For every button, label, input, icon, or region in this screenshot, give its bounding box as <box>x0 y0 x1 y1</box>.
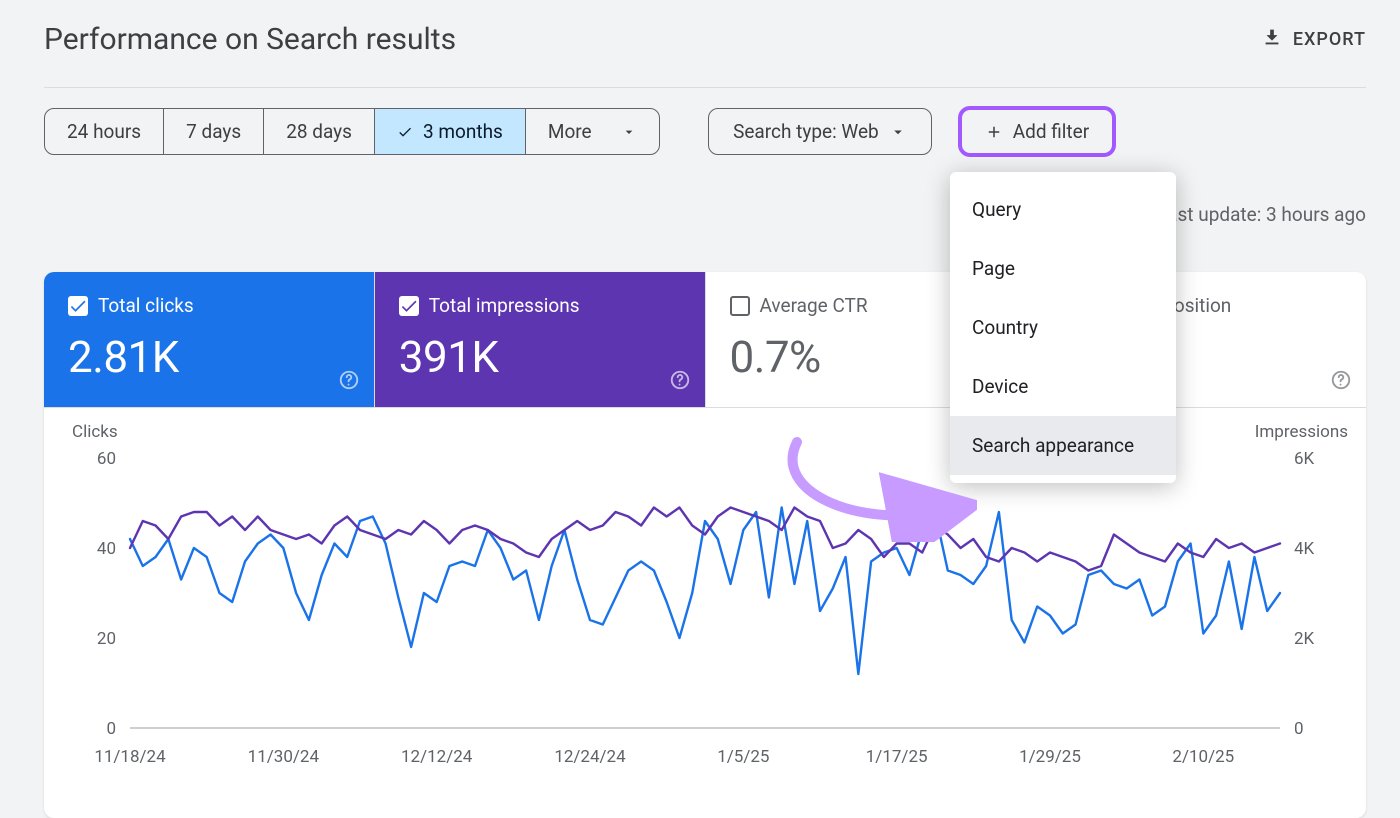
svg-text:2/10/25: 2/10/25 <box>1172 747 1234 767</box>
export-button[interactable]: EXPORT <box>1261 26 1366 53</box>
svg-text:0: 0 <box>106 719 116 739</box>
date-range-option[interactable]: More <box>526 109 659 154</box>
filter-option[interactable]: Search appearance <box>950 416 1176 475</box>
svg-text:11/18/24: 11/18/24 <box>94 747 166 767</box>
caret-down-icon <box>889 123 907 141</box>
header: Performance on Search results EXPORT <box>44 22 1366 57</box>
help-icon[interactable] <box>338 369 360 395</box>
filter-option[interactable]: Query <box>950 180 1176 239</box>
help-icon[interactable] <box>669 369 691 395</box>
export-label: EXPORT <box>1293 29 1366 50</box>
date-range-option[interactable]: 24 hours <box>45 109 164 154</box>
metric-label: Total impressions <box>429 294 580 317</box>
search-type-dropdown[interactable]: Search type: Web <box>708 108 932 155</box>
metric-tile-total_impressions[interactable]: Total impressions 391K <box>375 272 706 407</box>
help-icon[interactable] <box>1330 369 1352 395</box>
page-title: Performance on Search results <box>44 22 456 57</box>
search-type-label: Search type: Web <box>733 120 879 143</box>
add-filter-label: Add filter <box>1013 120 1089 143</box>
metric-tile-total_clicks[interactable]: Total clicks 2.81K <box>44 272 375 407</box>
plus-icon <box>985 123 1003 141</box>
metric-label: Total clicks <box>98 294 194 317</box>
performance-chart[interactable]: 0 20 40 60 0 2K 4K 6K 11/18/24 11/30/24 12/12/24 12… <box>80 448 1330 778</box>
check-icon <box>397 124 413 140</box>
svg-text:12/24/24: 12/24/24 <box>554 747 626 767</box>
metric-value: 391K <box>399 331 681 383</box>
download-icon <box>1261 26 1283 53</box>
svg-text:12/12/24: 12/12/24 <box>401 747 473 767</box>
svg-text:11/30/24: 11/30/24 <box>248 747 320 767</box>
caret-down-icon <box>621 124 637 140</box>
right-axis-title: Impressions <box>1255 422 1348 442</box>
metric-label: Average CTR <box>760 294 868 317</box>
left-axis-title: Clicks <box>72 422 118 442</box>
last-update-text: Last update: 3 hours ago <box>1157 203 1366 226</box>
filter-option[interactable]: Page <box>950 239 1176 298</box>
add-filter-button[interactable]: Add filter <box>960 108 1114 155</box>
filter-option[interactable]: Country <box>950 298 1176 357</box>
svg-text:2K: 2K <box>1294 629 1315 649</box>
metric-value: 2.81K <box>68 331 350 383</box>
filter-option[interactable]: Device <box>950 357 1176 416</box>
svg-text:1/17/25: 1/17/25 <box>866 747 928 767</box>
svg-text:1/29/25: 1/29/25 <box>1019 747 1081 767</box>
date-range-option[interactable]: 7 days <box>164 109 264 154</box>
svg-text:40: 40 <box>97 539 116 559</box>
add-filter-popover: QueryPageCountryDeviceSearch appearance <box>950 172 1176 483</box>
svg-text:4K: 4K <box>1294 539 1315 559</box>
checkbox-checked-icon <box>399 296 419 316</box>
checkbox-unchecked-icon <box>730 296 750 316</box>
date-range-option[interactable]: 28 days <box>264 109 375 154</box>
date-range-segmented: 24 hours7 days28 days3 monthsMore <box>44 108 660 155</box>
checkbox-checked-icon <box>68 296 88 316</box>
svg-text:20: 20 <box>97 629 116 649</box>
svg-text:1/5/25: 1/5/25 <box>717 747 769 767</box>
date-range-option[interactable]: 3 months <box>375 109 526 154</box>
svg-text:6K: 6K <box>1294 449 1315 469</box>
svg-text:0: 0 <box>1294 719 1304 739</box>
svg-text:60: 60 <box>97 449 116 469</box>
